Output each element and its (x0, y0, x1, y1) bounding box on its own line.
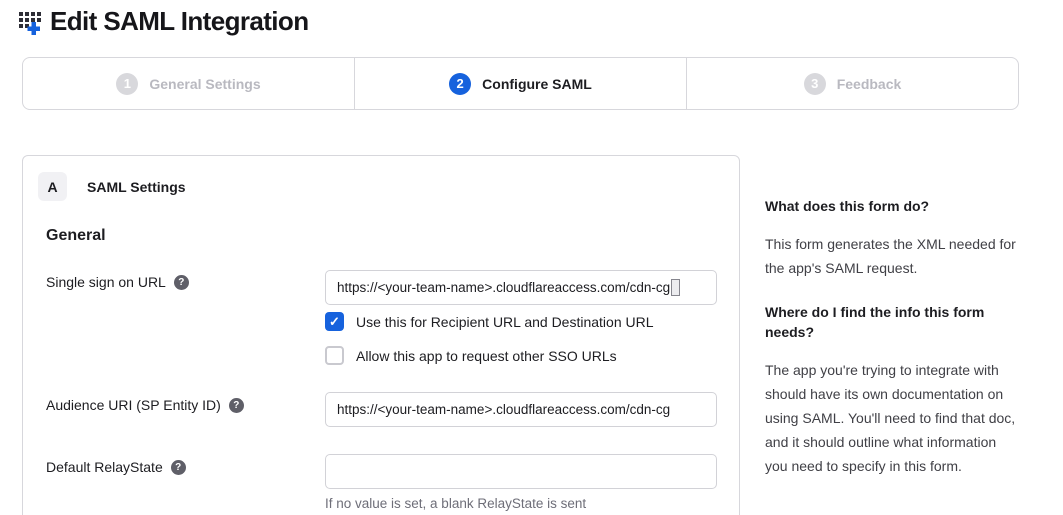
checkbox-label: Use this for Recipient URL and Destinati… (356, 314, 654, 330)
relaystate-note: If no value is set, a blank RelayState i… (325, 496, 586, 511)
sidebar-heading-where: Where do I find the info this form needs… (765, 302, 1019, 342)
single-sign-on-url-label: Single sign on URL ? (46, 274, 189, 290)
page-title: Edit SAML Integration (50, 6, 308, 37)
default-relaystate-label: Default RelayState ? (46, 459, 186, 475)
audience-uri-input[interactable] (325, 392, 717, 427)
step-number-badge: 1 (116, 73, 138, 95)
single-sign-on-url-input[interactable]: https://<your-team-name>.cloudflareacces… (325, 270, 717, 305)
help-icon[interactable]: ? (174, 275, 189, 290)
checkbox-label: Allow this app to request other SSO URLs (356, 348, 617, 364)
step-label: General Settings (149, 76, 260, 92)
step-configure-saml[interactable]: 2 Configure SAML (354, 58, 686, 109)
page-header: Edit SAML Integration (18, 6, 308, 37)
section-a-badge: A (38, 172, 67, 201)
help-icon[interactable]: ? (171, 460, 186, 475)
default-relaystate-input[interactable] (325, 454, 717, 489)
sidebar-heading-what: What does this form do? (765, 196, 1019, 216)
step-general-settings[interactable]: 1 General Settings (23, 58, 354, 109)
unchecked-checkbox-icon[interactable] (325, 346, 344, 365)
edit-saml-integration-page: Edit SAML Integration 1 General Settings… (0, 0, 1063, 515)
input-value: https://<your-team-name>.cloudflareacces… (337, 280, 670, 295)
step-number-badge: 3 (804, 73, 826, 95)
wizard-stepper: 1 General Settings 2 Configure SAML 3 Fe… (22, 57, 1019, 110)
sidebar-body-where: The app you're trying to integrate with … (765, 358, 1019, 478)
section-title: SAML Settings (87, 179, 186, 195)
step-label: Configure SAML (482, 76, 592, 92)
field-label-text: Default RelayState (46, 459, 163, 475)
other-sso-urls-checkbox-row[interactable]: Allow this app to request other SSO URLs (325, 346, 617, 365)
step-number-badge: 2 (449, 73, 471, 95)
help-icon[interactable]: ? (229, 398, 244, 413)
checked-checkbox-icon[interactable]: ✓ (325, 312, 344, 331)
help-sidebar: What does this form do? This form genera… (765, 196, 1019, 500)
field-label-text: Single sign on URL (46, 274, 166, 290)
general-group-heading: General (46, 227, 106, 245)
field-label-text: Audience URI (SP Entity ID) (46, 397, 221, 413)
section-header: A SAML Settings (38, 172, 186, 201)
saml-settings-panel: A SAML Settings General Single sign on U… (22, 155, 740, 515)
sidebar-body-what: This form generates the XML needed for t… (765, 232, 1019, 280)
audience-uri-label: Audience URI (SP Entity ID) ? (46, 397, 244, 413)
recipient-url-checkbox-row[interactable]: ✓ Use this for Recipient URL and Destina… (325, 312, 654, 331)
step-feedback[interactable]: 3 Feedback (686, 58, 1018, 109)
app-grid-plus-icon (18, 8, 44, 36)
text-cursor (671, 279, 680, 296)
step-label: Feedback (837, 76, 902, 92)
